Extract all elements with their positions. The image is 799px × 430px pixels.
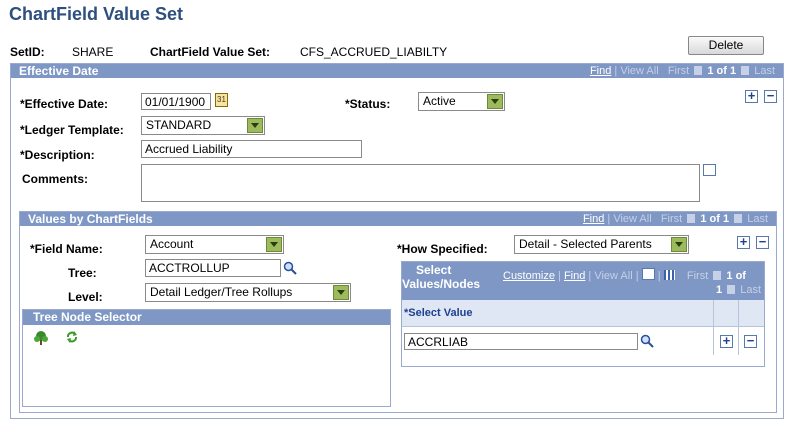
chevron-down-icon[interactable] (671, 237, 687, 252)
select-value-input[interactable]: ACCRLIAB (404, 333, 638, 350)
field-name-label: *Field Name: (30, 242, 103, 256)
status-label: *Status: (345, 97, 391, 111)
prev-arrow-icon (687, 214, 696, 223)
select-values-grid: Select Values/Nodes Customize | Find | V… (401, 261, 765, 367)
how-specified-label: *How Specified: (397, 242, 488, 256)
grid-view-all: View All (594, 270, 633, 282)
level-select[interactable]: Detail Ledger/Tree Rollups (145, 283, 351, 302)
tree-node-header: Tree Node Selector (23, 310, 390, 325)
eff-date-input[interactable]: 01/01/1900 (141, 93, 211, 110)
delete-button[interactable]: Delete (688, 36, 764, 55)
calendar-icon[interactable]: 31 (215, 93, 228, 107)
how-specified-value: Detail - Selected Parents (519, 237, 652, 251)
expand-icon[interactable] (703, 164, 716, 176)
grid-first: First (686, 270, 709, 282)
page-title: ChartField Value Set (9, 4, 184, 24)
comments-textarea[interactable] (141, 164, 700, 202)
next-arrow-icon (741, 66, 750, 75)
refresh-icon[interactable] (65, 330, 79, 344)
ledger-template-value: STANDARD (146, 118, 212, 132)
effective-date-title: Effective Date (19, 64, 99, 78)
tree-label: Tree: (68, 266, 97, 280)
tree-node-selector-box: Tree Node Selector (22, 309, 391, 407)
grid-count-b: 1 (716, 284, 723, 296)
field-name-select[interactable]: Account (145, 235, 284, 254)
zoom-icon[interactable] (641, 268, 655, 280)
eff-date-label: *Effective Date: (20, 97, 109, 111)
delete-row-button[interactable]: − (764, 89, 777, 103)
values-view-all: View All (613, 213, 652, 225)
values-first: First (660, 213, 683, 225)
tree-icon[interactable] (33, 330, 49, 346)
level-label: Level: (68, 290, 103, 304)
select-values-title-2: Values/Nodes (402, 277, 481, 291)
select-values-header: Select Values/Nodes Customize | Find | V… (402, 262, 764, 300)
cfvs-label: ChartField Value Set: (150, 45, 271, 59)
values-last: Last (747, 213, 768, 225)
effective-date-nav: Find | View All First 1 of 1 Last (589, 65, 775, 77)
customize-link[interactable]: Customize (503, 270, 555, 282)
chevron-down-icon[interactable] (266, 237, 282, 252)
grid-column-header-row: *Select Value (402, 300, 764, 327)
delete-value-row-button[interactable]: − (744, 334, 757, 348)
ledger-template-label: *Ledger Template: (20, 123, 124, 137)
add-value-row-button[interactable]: + (720, 334, 733, 348)
values-title: Values by ChartFields (28, 212, 153, 226)
prev-arrow-icon (694, 66, 703, 75)
effective-count: 1 of 1 (707, 65, 737, 77)
values-count: 1 of 1 (700, 213, 730, 225)
values-nav: Find | View All First 1 of 1 Last (582, 213, 768, 225)
setid-label: SetID: (10, 45, 45, 59)
chevron-down-icon[interactable] (247, 118, 263, 133)
status-select[interactable]: Active (418, 92, 505, 111)
description-input[interactable]: Accrued Liability (141, 140, 362, 158)
level-value: Detail Ledger/Tree Rollups (150, 285, 293, 299)
table-row: ACCRLIAB + − (402, 326, 764, 355)
add-chartfield-button[interactable]: + (737, 235, 750, 249)
values-find-link[interactable]: Find (583, 213, 604, 225)
delete-chartfield-button[interactable]: − (756, 235, 769, 249)
search-icon[interactable] (640, 334, 654, 348)
field-name-value: Account (150, 237, 194, 251)
chevron-down-icon[interactable] (333, 285, 349, 300)
effective-find-link[interactable]: Find (590, 65, 611, 77)
ledger-template-select[interactable]: STANDARD (141, 116, 265, 135)
select-value-column-header: *Select Value (404, 307, 473, 319)
grid-count-a: 1 of (726, 270, 746, 282)
search-icon[interactable] (283, 261, 297, 275)
next-arrow-icon (727, 285, 736, 294)
chevron-down-icon[interactable] (487, 94, 503, 109)
description-label: *Description: (20, 148, 95, 162)
select-values-nav: Customize | Find | View All | | First 1 … (503, 268, 746, 282)
status-value: Active (423, 94, 456, 108)
comments-label: Comments: (22, 172, 89, 186)
add-row-button[interactable]: + (745, 89, 758, 103)
prev-arrow-icon (713, 271, 722, 280)
effective-first: First (667, 65, 690, 77)
next-arrow-icon (734, 214, 743, 223)
grid-icon[interactable] (663, 270, 675, 280)
setid-value: SHARE (72, 45, 114, 59)
how-specified-select[interactable]: Detail - Selected Parents (514, 235, 689, 254)
grid-last: Last (740, 284, 762, 296)
effective-view-all: View All (620, 65, 659, 77)
grid-find-link[interactable]: Find (564, 270, 585, 282)
cfvs-value: CFS_ACCRUED_LIABILTY (300, 45, 448, 59)
select-values-nav-2: 1 Last (716, 284, 761, 296)
select-values-title-1: Select (416, 263, 452, 277)
effective-last: Last (754, 65, 775, 77)
tree-input[interactable]: ACCTROLLUP (145, 259, 281, 277)
